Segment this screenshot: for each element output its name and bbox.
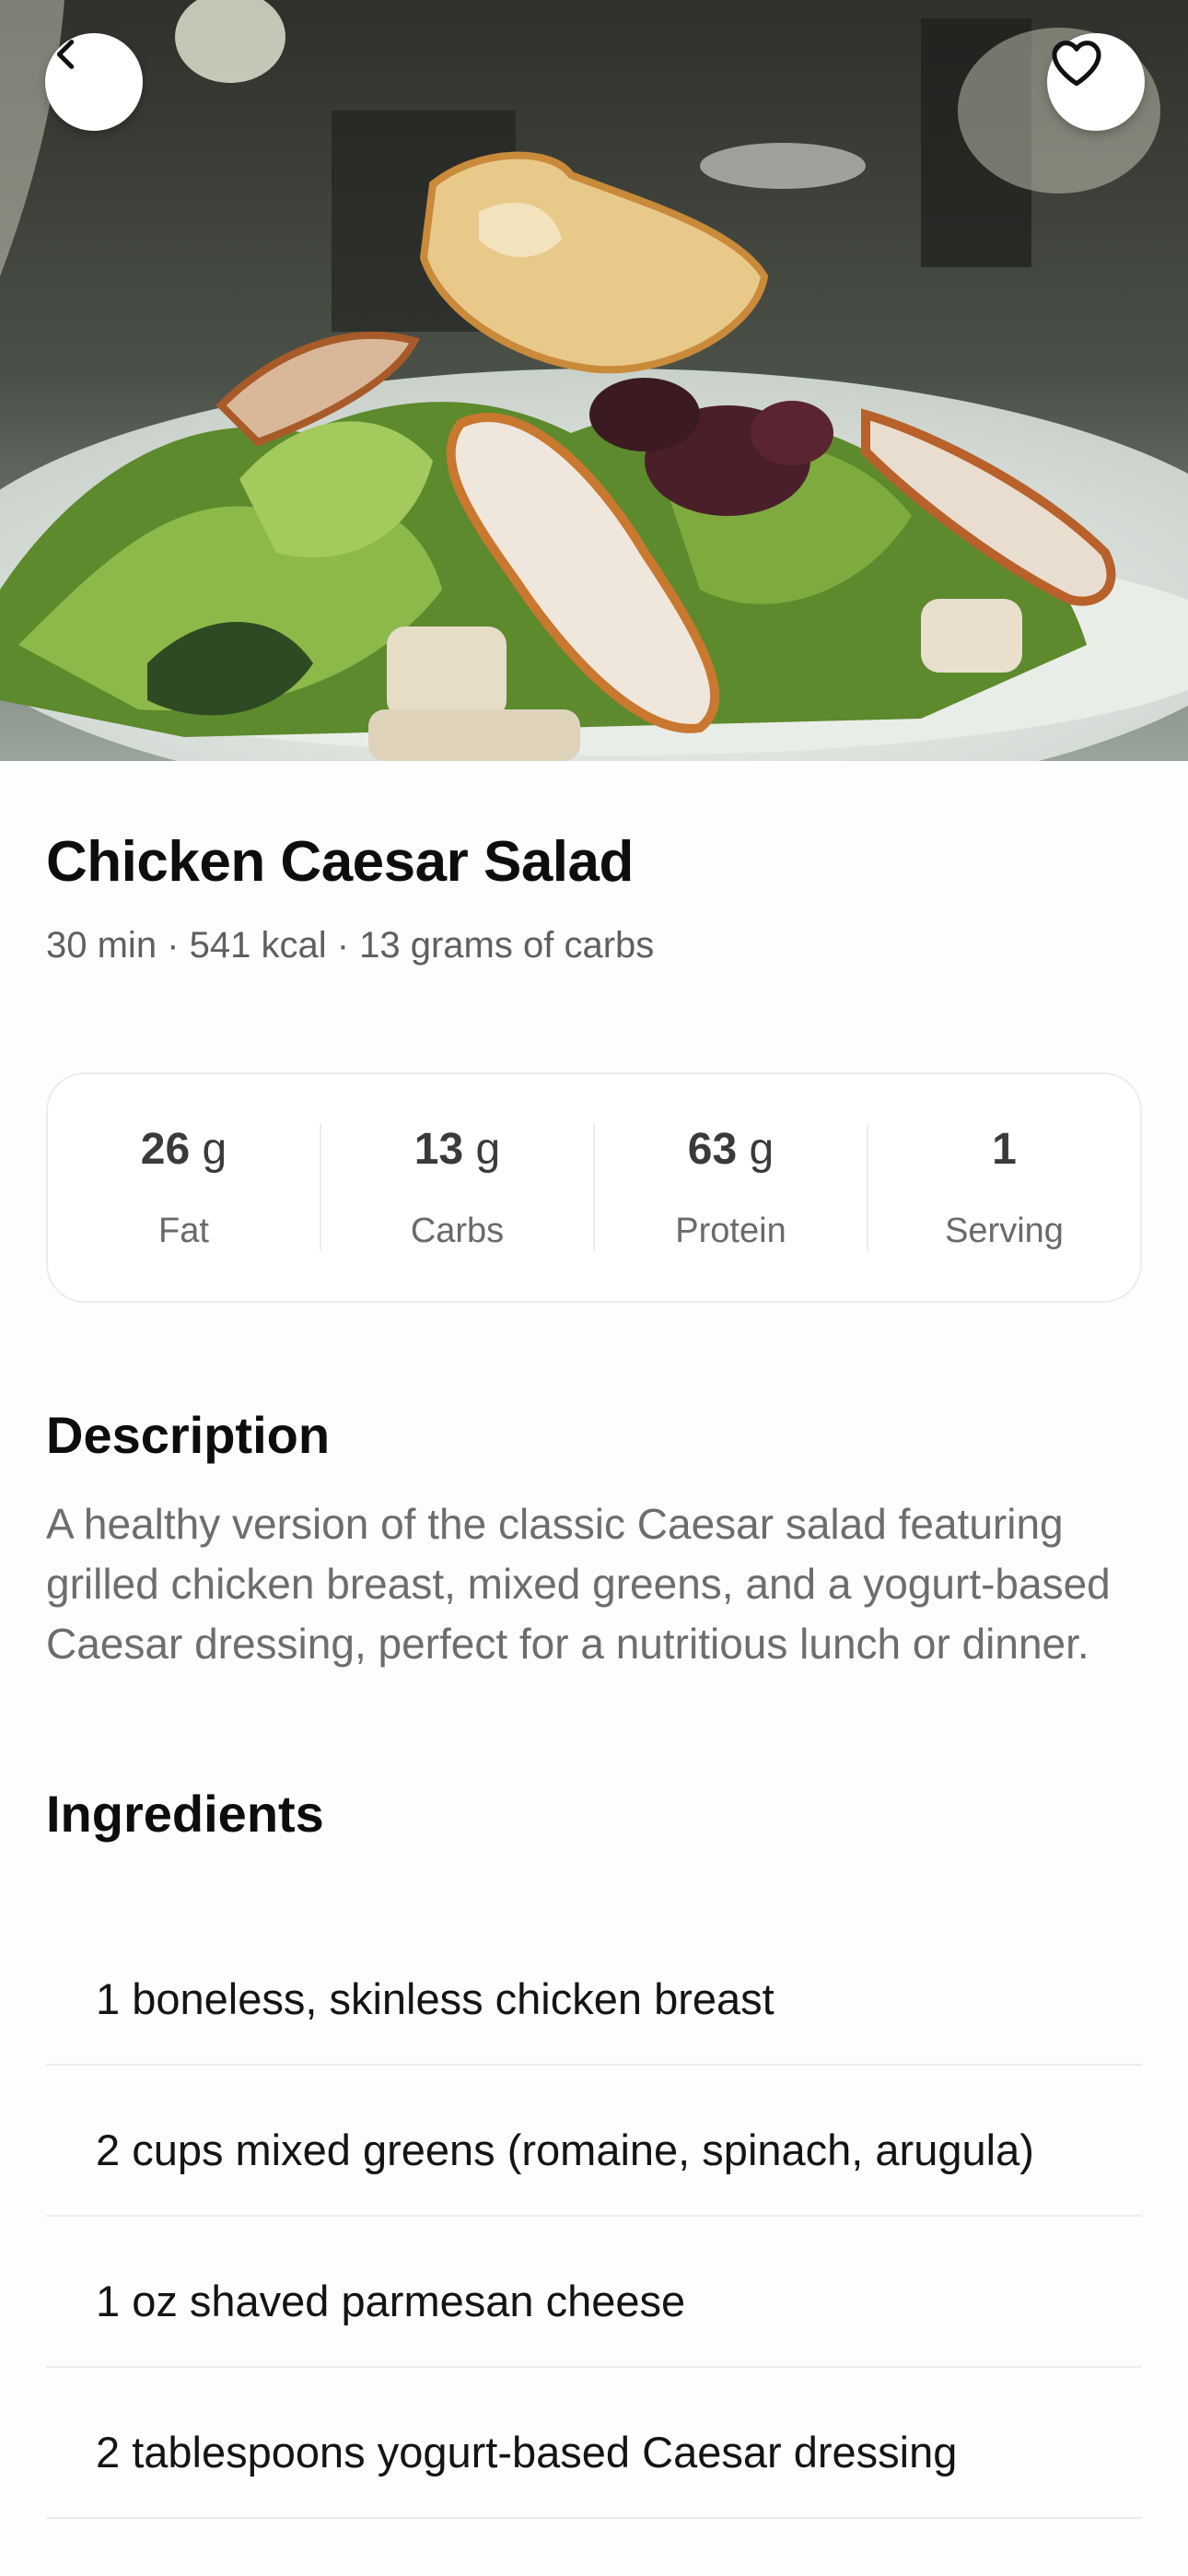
nutrition-protein: 63 g Protein	[595, 1124, 868, 1251]
nutrition-value: 63 g	[687, 1125, 775, 1174]
nutrition-label: Carbs	[410, 1212, 505, 1250]
description-heading: Description	[46, 1406, 331, 1464]
back-button[interactable]	[45, 33, 143, 131]
description-text: A healthy version of the classic Caesar …	[46, 1500, 1111, 1668]
recipe-hero-image	[0, 0, 1188, 761]
nutrition-serving: 1 Serving	[868, 1124, 1140, 1251]
nutrition-carbs: 13 g Carbs	[321, 1124, 595, 1251]
ingredient-item: 1 oz shaved parmesan cheese	[46, 2217, 1142, 2368]
ingredient-item: 2 tablespoons yogurt-based Caesar dressi…	[46, 2368, 1142, 2519]
nutrition-label: Fat	[158, 1212, 209, 1250]
recipe-meta: 30 min · 541 kcal · 13 grams of carbs	[46, 925, 655, 966]
salad-photo	[0, 0, 1188, 761]
favorite-button[interactable]	[1047, 33, 1145, 131]
ingredient-item: 2 cups mixed greens (romaine, spinach, a…	[46, 2066, 1142, 2217]
nutrition-fat: 26 g Fat	[48, 1124, 321, 1251]
ingredients-heading: Ingredients	[46, 1785, 324, 1843]
nutrition-label: Protein	[675, 1212, 786, 1250]
nutrition-label: Serving	[945, 1212, 1064, 1250]
heart-outline-icon	[1052, 41, 1101, 87]
nutrition-card: 26 g Fat 13 g Carbs 63 g Protein 1 Servi…	[46, 1072, 1142, 1303]
recipe-detail-screen: Chicken Caesar Salad 30 min · 541 kcal ·…	[0, 0, 1188, 2576]
nutrition-value: 1	[992, 1125, 1017, 1174]
nutrition-value: 26 g	[140, 1125, 227, 1174]
ingredient-item: 1 boneless, skinless chicken breast	[46, 1920, 1142, 2066]
chevron-left-icon	[56, 40, 75, 69]
nutrition-value: 13 g	[413, 1125, 501, 1174]
ingredients-list: 1 boneless, skinless chicken breast 2 cu…	[46, 1920, 1142, 2519]
recipe-title: Chicken Caesar Salad	[46, 830, 634, 894]
